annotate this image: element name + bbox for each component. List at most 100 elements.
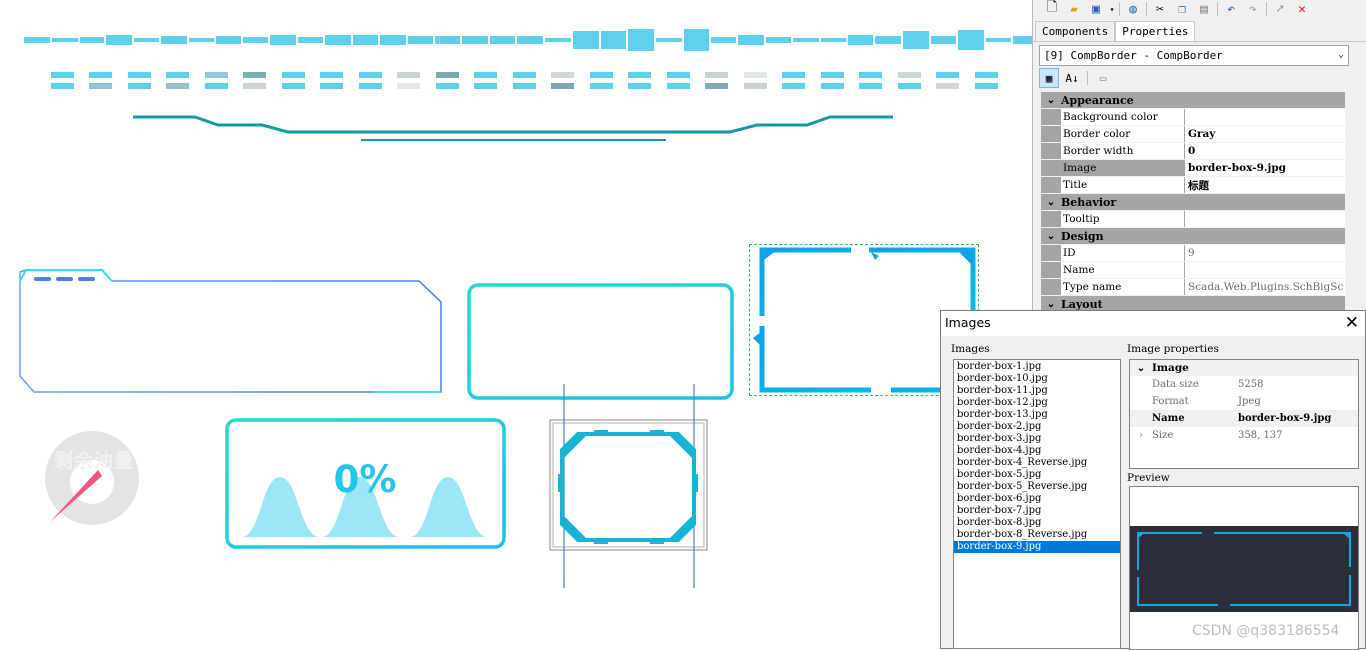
property-row[interactable]: Border color Gray [1041, 126, 1345, 142]
image-category[interactable]: ⌄ Image [1130, 360, 1358, 376]
category-design[interactable]: ⌄ Design [1041, 228, 1345, 244]
category-label: Appearance [1061, 93, 1134, 107]
delete-icon[interactable]: ✕ [1291, 0, 1313, 18]
property-name: Title [1061, 177, 1185, 193]
image-prop-value: Jpeg [1238, 396, 1261, 407]
toolbar-separator [1266, 2, 1267, 16]
toolbar-separator [1146, 2, 1147, 16]
property-grid: ⌄ Appearance Background color Border col… [1041, 92, 1345, 313]
dropdown-icon[interactable]: ▾ [1107, 0, 1117, 18]
categorized-icon[interactable]: ▦ [1039, 68, 1059, 88]
list-item[interactable]: border-box-6.jpg [954, 493, 1120, 505]
image-prop-row[interactable]: Data size 5258 [1130, 376, 1358, 393]
open-icon[interactable]: ▰ [1063, 0, 1085, 18]
property-row[interactable]: Title 标题 [1041, 177, 1345, 193]
paste-icon[interactable]: ▤ [1193, 0, 1215, 18]
property-row[interactable]: Tooltip [1041, 211, 1345, 227]
chevron-down-icon: ⌄ [1046, 196, 1056, 208]
list-item[interactable]: border-box-8_Reverse.jpg [954, 529, 1120, 541]
image-prop-value: 358, 137 [1238, 430, 1283, 441]
cut-icon[interactable]: ✂ [1149, 0, 1171, 18]
list-item-selected[interactable]: border-box-9.jpg [954, 541, 1120, 553]
images-list[interactable]: border-box-1.jpg border-box-10.jpg border-… [953, 359, 1121, 649]
undo-icon[interactable]: ↶ [1220, 0, 1242, 18]
category-behavior[interactable]: ⌄ Behavior [1041, 194, 1345, 210]
chevron-down-icon: ⌄ [1337, 49, 1344, 60]
images-list-label: Images [951, 343, 990, 355]
property-value[interactable]: border-box-9.jpg [1185, 160, 1345, 176]
images-dialog: Images ✕ Images border-box-1.jpg border-b… [940, 310, 1366, 650]
image-prop-row[interactable]: › Size 358, 137 [1130, 427, 1358, 444]
image-prop-value: 5258 [1238, 379, 1264, 390]
toolbar: 🗋 ▰ ▣ ▾ ◍ ✂ ❐ ▤ ↶ ↷ ➚ ✕ [1033, 0, 1366, 18]
fuel-gauge[interactable] [40, 430, 144, 526]
copy-icon[interactable]: ❐ [1171, 0, 1193, 18]
property-row[interactable]: Name [1041, 262, 1345, 278]
component-selector[interactable]: [9] CompBorder - CompBorder ⌄ [1039, 45, 1349, 66]
image-prop-row[interactable]: Name border-box-9.jpg [1130, 410, 1358, 427]
property-row[interactable]: ID 9 [1041, 245, 1345, 261]
properties-panel: 🗋 ▰ ▣ ▾ ◍ ✂ ❐ ▤ ↶ ↷ ➚ ✕ Components Prope… [1032, 0, 1366, 313]
property-pages-icon[interactable]: ▭ [1093, 68, 1113, 88]
list-item[interactable]: border-box-11.jpg [954, 385, 1120, 397]
save-icon[interactable]: ▣ [1085, 0, 1107, 18]
list-item[interactable]: border-box-2.jpg [954, 421, 1120, 433]
property-row[interactable]: Background color [1041, 109, 1345, 125]
property-value[interactable]: Scada.Web.Plugins.SchBigSc [1185, 279, 1345, 295]
property-row[interactable]: Type name Scada.Web.Plugins.SchBigSc [1041, 279, 1345, 295]
list-item[interactable]: border-box-7.jpg [954, 505, 1120, 517]
chevron-down-icon: ⌄ [1046, 94, 1056, 106]
list-item[interactable]: border-box-5.jpg [954, 469, 1120, 481]
list-item[interactable]: border-box-13.jpg [954, 409, 1120, 421]
gauge-label: 剩余油量 [53, 450, 134, 472]
property-value[interactable]: 0 [1185, 143, 1345, 159]
image-properties-grid: ⌄ Image Data size 5258 Format Jpeg Name … [1129, 359, 1359, 469]
dialog-title: Images [945, 315, 991, 330]
list-item[interactable]: border-box-4_Reverse.jpg [954, 457, 1120, 469]
image-prop-row[interactable]: Format Jpeg [1130, 393, 1358, 410]
property-name: Background color [1061, 109, 1185, 125]
chevron-right-icon[interactable]: › [1130, 430, 1152, 441]
list-item[interactable]: border-box-4.jpg [954, 445, 1120, 457]
border-box-octagon[interactable] [548, 384, 710, 588]
list-item[interactable]: border-box-12.jpg [954, 397, 1120, 409]
list-item[interactable]: border-box-5_Reverse.jpg [954, 481, 1120, 493]
tab-properties[interactable]: Properties [1115, 21, 1196, 42]
property-name: Type name [1061, 279, 1185, 295]
image-prop-value: border-box-9.jpg [1238, 413, 1332, 424]
decoration-strip-top[interactable] [0, 28, 1032, 53]
property-value[interactable]: 标题 [1185, 177, 1345, 193]
design-canvas[interactable]: 0% 剩余油量 [0, 0, 1032, 649]
close-icon[interactable]: ✕ [1345, 313, 1359, 333]
property-value[interactable] [1185, 109, 1345, 125]
watermark: CSDN @q383186554 [1192, 623, 1340, 639]
dash-pattern[interactable] [0, 70, 1032, 92]
component-selector-value: [9] CompBorder - CompBorder [1044, 49, 1223, 62]
globe-icon[interactable]: ◍ [1122, 0, 1144, 18]
category-label: Layout [1061, 297, 1103, 311]
property-row-selected[interactable]: Image border-box-9.jpg [1041, 160, 1345, 176]
category-appearance[interactable]: ⌄ Appearance [1041, 92, 1345, 108]
new-icon[interactable]: 🗋 [1041, 0, 1063, 18]
list-item[interactable]: border-box-10.jpg [954, 373, 1120, 385]
alphabetical-icon[interactable]: A↓ [1062, 68, 1082, 88]
border-box-tabbed[interactable] [14, 264, 448, 396]
image-properties-label: Image properties [1127, 343, 1219, 355]
dialog-titlebar[interactable]: Images ✕ [941, 311, 1365, 336]
pointer-icon[interactable]: ➚ [1269, 0, 1291, 18]
property-sort-bar: ▦ A↓ ▭ [1039, 67, 1113, 89]
list-item[interactable]: border-box-1.jpg [954, 361, 1120, 373]
list-item[interactable]: border-box-3.jpg [954, 433, 1120, 445]
property-value[interactable] [1185, 262, 1345, 278]
list-item[interactable]: border-box-8.jpg [954, 517, 1120, 529]
property-value[interactable] [1185, 211, 1345, 227]
property-value[interactable]: Gray [1185, 126, 1345, 142]
teal-bracket-line[interactable] [0, 110, 1032, 145]
property-value[interactable]: 9 [1185, 245, 1345, 261]
tab-components[interactable]: Components [1035, 21, 1116, 42]
property-row[interactable]: Border width 0 [1041, 143, 1345, 159]
redo-icon[interactable]: ↷ [1242, 0, 1264, 18]
toolbar-separator [1119, 2, 1120, 16]
image-prop-name: Format [1152, 396, 1189, 407]
property-name: ID [1061, 245, 1185, 261]
